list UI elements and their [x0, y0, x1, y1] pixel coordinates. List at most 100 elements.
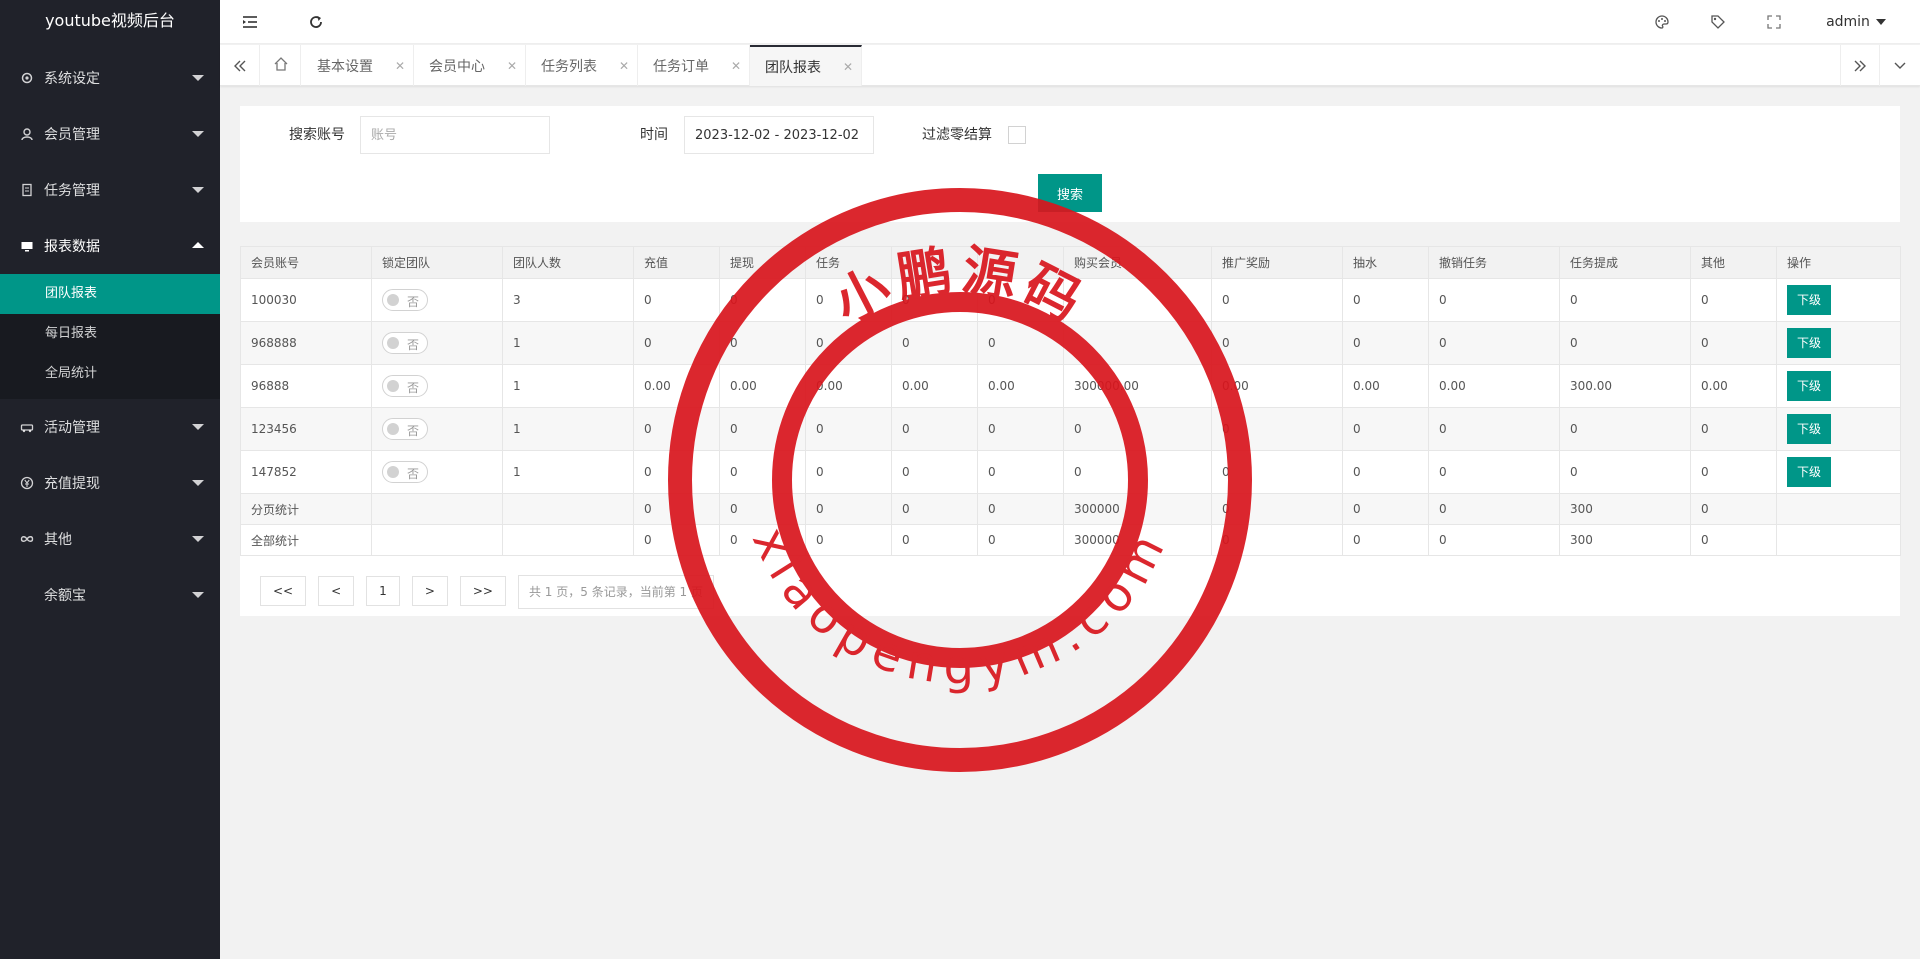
close-icon[interactable]: ✕ [507, 59, 517, 73]
nav-system-settings[interactable]: 系统设定 [0, 50, 220, 106]
admin-user-menu[interactable]: admin [1816, 0, 1896, 44]
toggle-knob [387, 294, 399, 306]
fullscreen-icon[interactable] [1762, 0, 1786, 44]
column-header[interactable]: 任务提成 [1559, 246, 1691, 279]
home-icon [273, 56, 289, 76]
summary-cell: 0 [1428, 493, 1560, 525]
summary-cell [371, 524, 503, 556]
menu-toggle-icon[interactable] [238, 0, 262, 44]
table-cell: 0 [719, 321, 806, 365]
close-icon[interactable]: ✕ [843, 60, 853, 74]
subordinates-button[interactable]: 下级 [1787, 371, 1832, 401]
nav-yuebao[interactable]: 余额宝 [0, 567, 220, 623]
table-body: 100030 否 3 0 0 0 0 0 0 0 0 0 0 下级 968888 否 1 0 0 0 0 0 0 0 0 0 0 下级… [240, 278, 1901, 556]
date-range-input[interactable] [684, 116, 874, 154]
table-cell: 0 [633, 407, 720, 451]
nav-task-management[interactable]: 任务管理 [0, 162, 220, 218]
theme-palette-icon[interactable] [1650, 0, 1674, 44]
page-prev-button[interactable]: < [318, 576, 355, 606]
table-cell: 3 [502, 278, 634, 322]
tab-task-list[interactable]: 任务列表 ✕ [526, 45, 638, 86]
chevron-down-icon [192, 536, 204, 542]
column-header[interactable]: 会员账号 [240, 246, 372, 279]
tab-task-orders[interactable]: 任务订单 ✕ [638, 45, 750, 86]
chevron-down-icon [192, 480, 204, 486]
tabs-scroll-left-icon[interactable] [220, 45, 260, 86]
table-cell: 0 [977, 278, 1064, 322]
column-header[interactable]: 撤销任务 [1428, 246, 1560, 279]
lock-team-toggle[interactable]: 否 [382, 375, 428, 397]
tabs-scroll-right-icon[interactable] [1840, 45, 1880, 86]
nav-member-management[interactable]: 会员管理 [0, 106, 220, 162]
toggle-knob [387, 423, 399, 435]
tab-home[interactable] [261, 45, 301, 86]
nav-report-data[interactable]: 报表数据 [0, 218, 220, 274]
nav-label: 活动管理 [44, 420, 100, 436]
column-header[interactable]: 抽水 [1342, 246, 1429, 279]
table-cell: 0 [1559, 278, 1691, 322]
lock-team-toggle[interactable]: 否 [382, 418, 428, 440]
yen-icon [20, 476, 34, 490]
column-header[interactable]: 团队人数 [502, 246, 634, 279]
toggle-label: 否 [407, 338, 420, 352]
subnav-global-stats[interactable]: 全局统计 [0, 354, 220, 394]
total-summary-row: 全部统计 0 0 0 0 0 300000 0 0 0 300 0 [240, 524, 1901, 556]
filter-zero-checkbox[interactable] [1008, 126, 1026, 144]
page-last-button[interactable]: >> [459, 576, 506, 606]
subordinates-button[interactable]: 下级 [1787, 285, 1832, 315]
tabs-menu-chevron-down-icon[interactable] [1880, 45, 1920, 86]
column-header[interactable]: 购买会员 [1063, 246, 1212, 279]
column-header[interactable]: 提现 [719, 246, 806, 279]
page-info: 共 1 页，5 条记录，当前第 1 页 [517, 575, 714, 609]
column-header[interactable]: 充值 [633, 246, 720, 279]
lock-team-toggle[interactable]: 否 [382, 289, 428, 311]
summary-cell: 0 [719, 524, 806, 556]
account-search-input[interactable] [360, 116, 550, 154]
close-icon[interactable]: ✕ [731, 59, 741, 73]
car-icon [20, 420, 34, 434]
table-cell: 0 [977, 450, 1064, 494]
subordinates-button[interactable]: 下级 [1787, 328, 1832, 358]
table-cell: 0 [1211, 278, 1343, 322]
summary-cell [371, 493, 503, 525]
subordinates-button[interactable]: 下级 [1787, 414, 1832, 444]
toggle-label: 否 [407, 467, 420, 481]
close-icon[interactable]: ✕ [619, 59, 629, 73]
column-header[interactable]: 锁定团队 [371, 246, 503, 279]
lock-team-toggle[interactable]: 否 [382, 461, 428, 483]
summary-cell: 0 [805, 493, 892, 525]
tag-icon[interactable] [1706, 0, 1730, 44]
tab-basic-settings[interactable]: 基本设置 ✕ [302, 45, 414, 86]
table-row: 968888 否 1 0 0 0 0 0 0 0 0 0 0 下级 [240, 321, 1901, 365]
column-header[interactable]: 其他 [1690, 246, 1777, 279]
column-header[interactable]: 任务 [805, 246, 892, 279]
close-icon[interactable]: ✕ [395, 59, 405, 73]
column-header[interactable] [891, 246, 978, 279]
table-cell: 0 [1690, 321, 1777, 365]
table-cell: 123456 [240, 407, 372, 451]
nav-other[interactable]: 其他 [0, 511, 220, 567]
table-cell: 1 [502, 364, 634, 408]
summary-cell: 0 [1342, 524, 1429, 556]
tab-team-report[interactable]: 团队报表 ✕ [750, 45, 862, 86]
page-first-button[interactable]: << [260, 576, 307, 606]
gear-icon [20, 71, 34, 85]
column-header[interactable]: 推广奖励 [1211, 246, 1343, 279]
page-number-button[interactable]: 1 [366, 576, 400, 606]
page-next-button[interactable]: > [411, 576, 448, 606]
table-cell: 0 [1559, 407, 1691, 451]
subordinates-button[interactable]: 下级 [1787, 457, 1832, 487]
subnav-team-report[interactable]: 团队报表 [0, 274, 220, 314]
search-form: 搜索账号 时间 过滤零结算 搜索 [240, 106, 1900, 222]
nav-recharge-withdraw[interactable]: 充值提现 [0, 455, 220, 511]
nav-activity-management[interactable]: 活动管理 [0, 399, 220, 455]
refresh-icon[interactable] [304, 0, 328, 44]
column-header[interactable] [977, 246, 1064, 279]
lock-team-toggle[interactable]: 否 [382, 332, 428, 354]
nav-label: 任务管理 [44, 183, 100, 199]
chevron-up-icon [192, 242, 204, 248]
table-cell: 0 [1211, 407, 1343, 451]
search-button[interactable]: 搜索 [1038, 174, 1102, 212]
subnav-daily-report[interactable]: 每日报表 [0, 314, 220, 354]
tab-member-center[interactable]: 会员中心 ✕ [414, 45, 526, 86]
